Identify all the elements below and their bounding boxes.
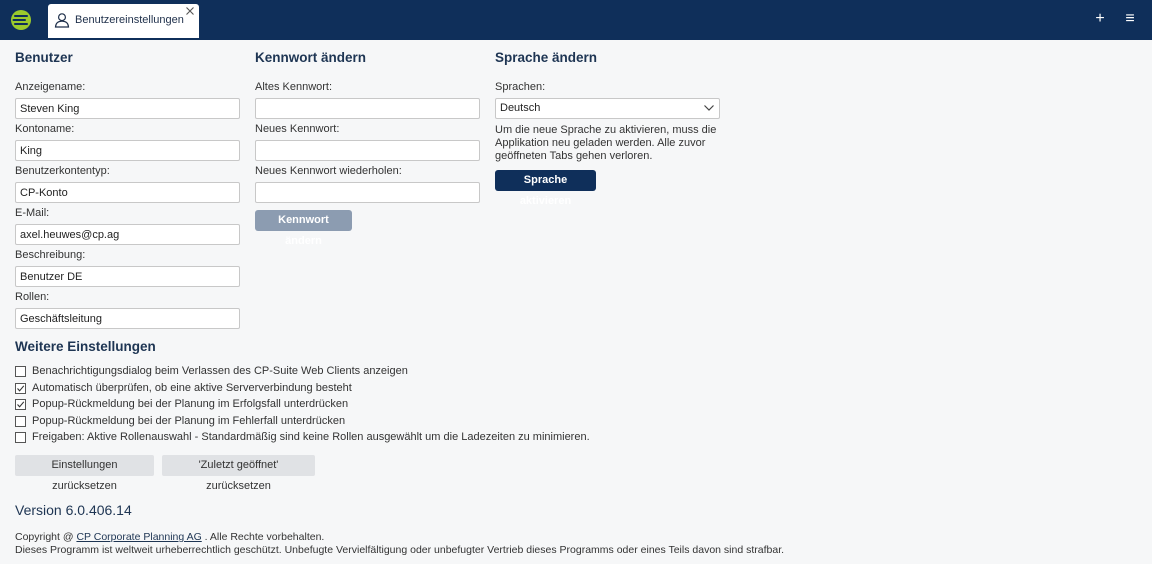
new-password-input[interactable] bbox=[255, 140, 480, 161]
description-input[interactable] bbox=[15, 266, 240, 287]
account-name-label: Kontoname: bbox=[15, 123, 75, 135]
copyright-prefix: Copyright @ bbox=[15, 531, 74, 543]
user-section-title: Benutzer bbox=[15, 50, 73, 65]
repeat-password-input[interactable] bbox=[255, 182, 480, 203]
option-label: Benachrichtigungsdialog beim Verlassen d… bbox=[32, 365, 408, 377]
option-role-selection[interactable]: Freigaben: Aktive Rollenauswahl - Standa… bbox=[15, 430, 590, 444]
change-password-button[interactable]: Kennwort ändern bbox=[255, 210, 352, 247]
cp-logo-icon[interactable] bbox=[10, 9, 32, 31]
email-field[interactable] bbox=[15, 224, 240, 245]
language-select[interactable]: Deutsch bbox=[495, 98, 720, 119]
checkbox-unchecked[interactable] bbox=[15, 415, 26, 427]
display-name-label: Anzeigename: bbox=[15, 81, 86, 93]
email-label: E-Mail: bbox=[15, 207, 50, 219]
add-icon[interactable]: + bbox=[1091, 10, 1109, 28]
roles-input[interactable] bbox=[15, 308, 240, 329]
checkmark-icon bbox=[17, 400, 25, 408]
option-error-popup[interactable]: Popup-Rückmeldung bei der Planung im Feh… bbox=[15, 414, 345, 428]
languages-label: Sprachen: bbox=[495, 81, 546, 93]
option-server-check[interactable]: Automatisch überprüfen, ob eine aktive S… bbox=[15, 381, 352, 395]
company-link[interactable]: CP Corporate Planning AG bbox=[76, 531, 201, 543]
option-label: Popup-Rückmeldung bei der Planung im Erf… bbox=[32, 398, 349, 410]
option-label: Freigaben: Aktive Rollenauswahl - Standa… bbox=[32, 431, 590, 443]
copyright-suffix: . Alle Rechte vorbehalten. bbox=[204, 531, 325, 543]
language-info-text: Um die neue Sprache zu aktivieren, muss … bbox=[495, 124, 717, 162]
new-password-label: Neues Kennwort: bbox=[255, 123, 340, 135]
further-settings-title: Weitere Einstellungen bbox=[15, 339, 156, 354]
account-type-label: Benutzerkontentyp: bbox=[15, 165, 110, 177]
copyright-text: Copyright @ CP Corporate Planning AG . A… bbox=[15, 531, 784, 557]
reset-recent-button[interactable]: 'Zuletzt geöffnet' zurücksetzen bbox=[162, 455, 315, 492]
description-label: Beschreibung: bbox=[15, 249, 86, 261]
old-password-label: Altes Kennwort: bbox=[255, 81, 333, 93]
roles-label: Rollen: bbox=[15, 291, 50, 303]
option-label: Automatisch überprüfen, ob eine aktive S… bbox=[32, 382, 352, 394]
checkmark-icon bbox=[17, 384, 25, 392]
legal-text: Dieses Programm ist weltweit urheberrech… bbox=[15, 544, 785, 556]
option-label: Popup-Rückmeldung bei der Planung im Feh… bbox=[32, 415, 346, 427]
option-success-popup[interactable]: Popup-Rückmeldung bei der Planung im Erf… bbox=[15, 397, 348, 411]
tab-benutzereinstellungen[interactable]: Benutzereinstellungen bbox=[48, 4, 199, 38]
checkbox-unchecked[interactable] bbox=[15, 365, 26, 377]
close-icon[interactable] bbox=[184, 5, 196, 17]
password-section-title: Kennwort ändern bbox=[255, 50, 367, 65]
tab-label: Benutzereinstellungen bbox=[75, 14, 184, 26]
option-exit-dialog[interactable]: Benachrichtigungsdialog beim Verlassen d… bbox=[15, 364, 408, 378]
repeat-password-label: Neues Kennwort wiederholen: bbox=[255, 165, 402, 177]
version-label: Version 6.0.406.14 bbox=[15, 502, 132, 518]
display-name-input[interactable] bbox=[15, 98, 240, 119]
checkbox-unchecked[interactable] bbox=[15, 431, 26, 443]
chevron-down-icon bbox=[704, 105, 714, 111]
old-password-input[interactable] bbox=[255, 98, 480, 119]
language-select-value: Deutsch bbox=[500, 102, 541, 114]
menu-icon[interactable]: ≡ bbox=[1121, 10, 1139, 28]
activate-language-button[interactable]: Sprache aktivieren bbox=[495, 170, 596, 207]
top-bar: Benutzereinstellungen + ≡ bbox=[0, 0, 1152, 40]
language-section-title: Sprache ändern bbox=[495, 50, 598, 65]
user-icon bbox=[54, 13, 70, 28]
checkbox-checked[interactable] bbox=[15, 382, 26, 394]
account-type-input[interactable] bbox=[15, 182, 240, 203]
reset-settings-button[interactable]: Einstellungen zurücksetzen bbox=[15, 455, 154, 492]
account-name-input[interactable] bbox=[15, 140, 240, 161]
checkbox-checked[interactable] bbox=[15, 398, 26, 410]
